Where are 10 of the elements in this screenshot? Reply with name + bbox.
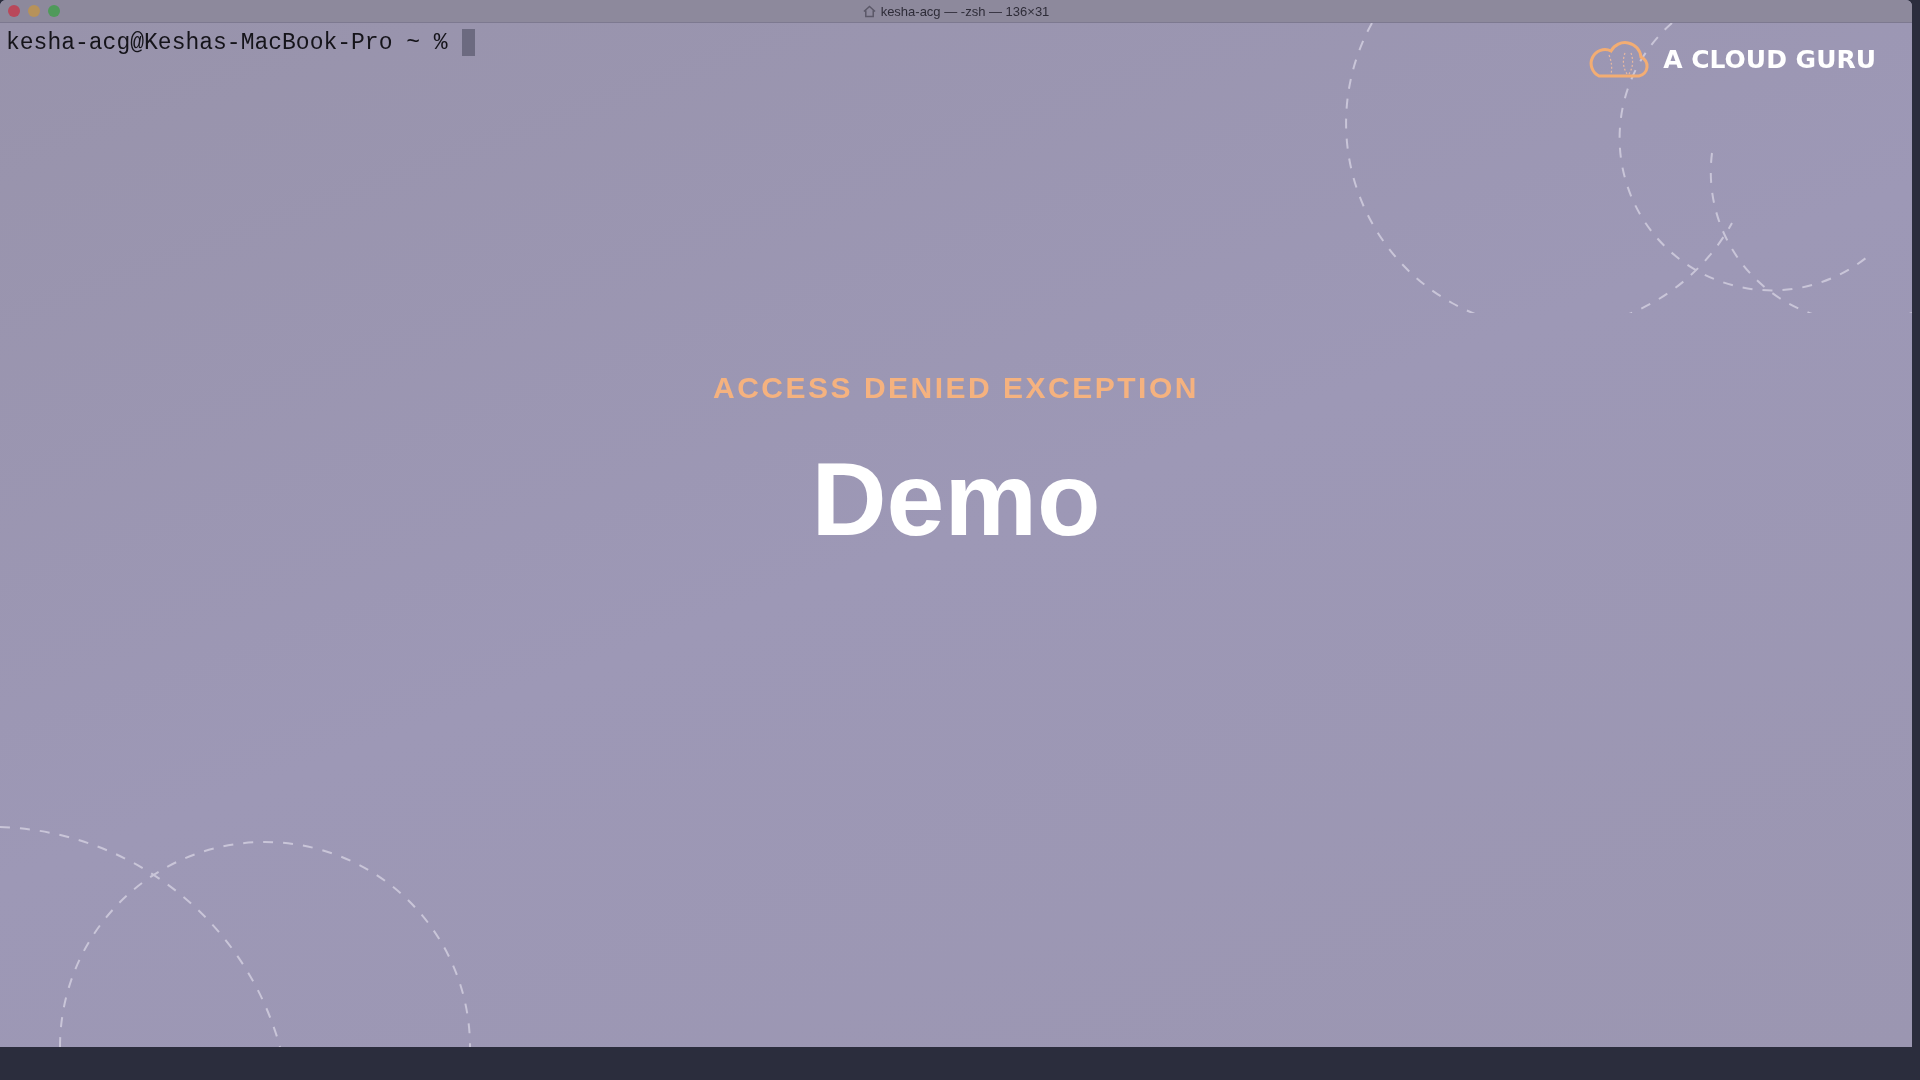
zoom-button[interactable] <box>48 5 60 17</box>
terminal-prompt: kesha-acg@Keshas-MacBook-Pro ~ % <box>6 29 448 56</box>
cursor-block-icon <box>461 29 475 56</box>
slide-heading: Demo <box>811 447 1101 551</box>
minimize-button[interactable] <box>28 5 40 17</box>
window-title: kesha-acg — -zsh — 136×31 <box>880 3 1050 19</box>
slide-subtitle: ACCESS DENIED EXCEPTION <box>713 371 1199 405</box>
home-icon <box>862 4 876 18</box>
close-button[interactable] <box>8 5 20 17</box>
logo-text: A CLOUD GURU <box>1663 44 1876 74</box>
